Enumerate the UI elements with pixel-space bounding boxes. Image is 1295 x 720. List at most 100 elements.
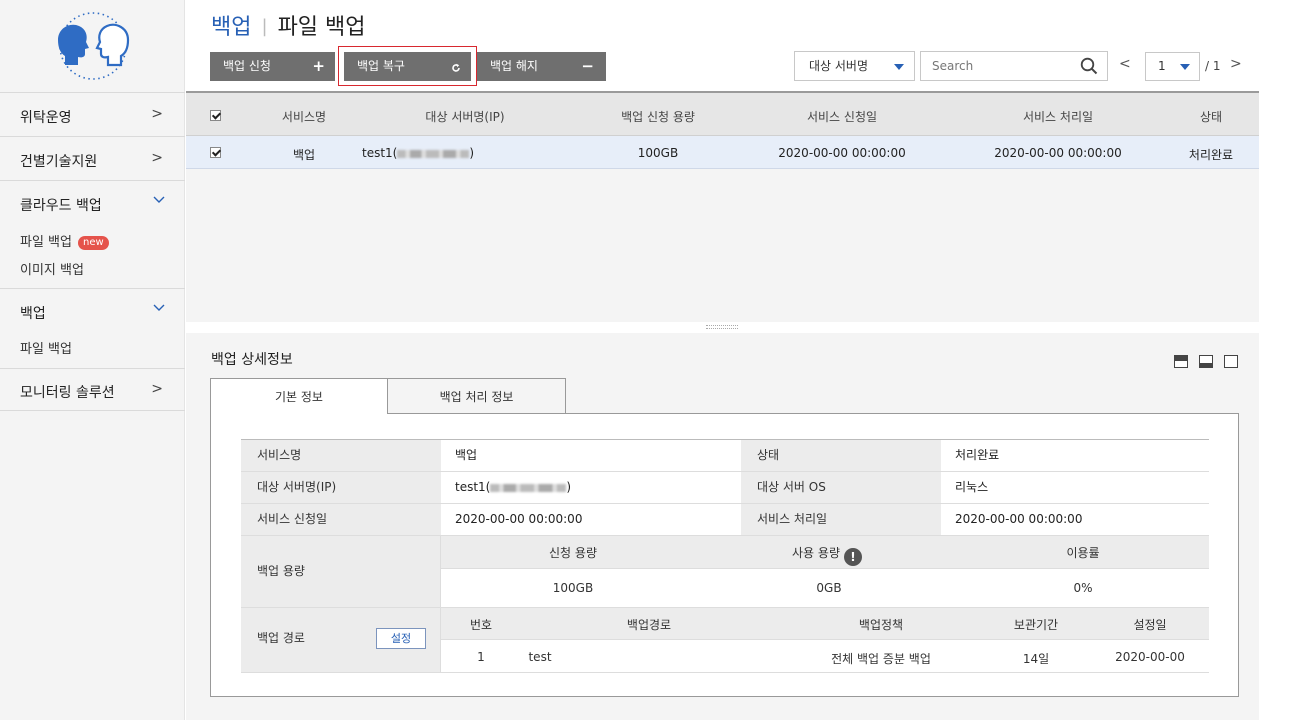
server-name: test1( [455,480,491,494]
path-header-row: 번호 백업경로 백업정책 보관기간 설정일 [441,608,1209,640]
sidebar-item-label: 건별기술지원 [20,154,98,170]
capacity-header-row: 신청 용량 사용 용량! 이용률 [441,536,1209,569]
breadcrumb-root[interactable]: 백업 [211,15,251,40]
column-header[interactable]: 상태 [1200,108,1222,125]
tab-basic-info[interactable]: 기본 정보 [210,378,388,414]
label-server: 대상 서버명(IP) [241,472,441,503]
chevron-right-icon: > [151,150,163,166]
path-policy: 전체 백업 증분 백업 [831,652,931,666]
label-service: 서비스명 [241,440,441,471]
chevron-right-icon: > [151,106,163,122]
path-date: 2020-00-00 [1115,650,1185,664]
detail-panel: 백업 상세정보 기본 정보 백업 처리 정보 서비스명 백업 상태 처리완료 대… [186,333,1259,720]
chevron-down-icon[interactable] [153,193,165,209]
sidebar-subitem-image-backup[interactable]: 이미지 백업 [20,259,84,278]
sidebar: 위탁운영 > 건별기술지원 > 클라우드 백업 파일 백업 new 이미지 백업 … [0,0,185,720]
column-header[interactable]: 서비스 처리일 [1023,108,1093,125]
redacted-ip [490,483,567,492]
server-name: test1( [362,146,398,160]
caret-down-icon [894,64,904,70]
backup-cancel-button[interactable]: 백업 해지 − [477,52,606,81]
path-header: 번호 [469,618,493,632]
value-process-date: 2020-00-00 00:00:00 [955,512,1083,526]
sidebar-item-label[interactable]: 백업 [20,303,46,323]
backup-apply-button[interactable]: 백업 신청 + [210,52,335,81]
capacity-value: 0GB [816,581,842,595]
search-input[interactable] [921,52,1071,80]
cell-service: 백업 [292,148,316,162]
value-status: 처리완료 [955,448,1000,462]
cell-apply-date: 2020-00-00 00:00:00 [778,146,906,160]
restore-panel-icon[interactable] [1199,355,1213,368]
search-icon[interactable] [1080,57,1098,78]
caret-down-icon [1180,64,1190,70]
server-select[interactable]: 대상 서버명 [794,51,915,81]
button-label: 백업 복구 [357,59,405,73]
table-row[interactable]: 1 test 전체 백업 증분 백업 14일 2020-00-00 [441,640,1209,673]
column-header[interactable]: 대상 서버명(IP) [425,108,504,125]
splitter-handle[interactable] [706,325,738,329]
info-icon[interactable]: ! [843,548,862,566]
chevron-down-icon[interactable] [153,301,165,317]
label-path: 백업 경로 [257,631,305,645]
cell-server: test1() [362,146,474,160]
capacity-header: 사용 용량 [792,546,840,560]
minimize-panel-icon[interactable] [1174,355,1188,368]
capacity-header: 신청 용량 [549,546,597,560]
value-service: 백업 [455,448,478,462]
path-row: 백업 경로 설정 번호 백업경로 백업정책 보관기간 설정일 1 test 전체… [241,608,1209,673]
column-header[interactable]: 서비스명 [282,108,326,125]
sidebar-subitem-file-backup[interactable]: 파일 백업 new [20,231,109,250]
capacity-value: 0% [1073,581,1093,595]
search-box [920,51,1108,81]
new-badge: new [77,236,109,250]
sidebar-item-tech-support[interactable]: 건별기술지원 > [0,136,185,180]
capacity-header-used: 사용 용량! [792,544,862,566]
prev-page-icon[interactable]: < [1119,56,1131,72]
value-os: 리눅스 [955,480,989,494]
sidebar-subitem-file-backup-2[interactable]: 파일 백업 [20,338,72,357]
logo [48,10,138,82]
detail-content: 서비스명 백업 상태 처리완료 대상 서버명(IP) test1() 대상 서버… [210,413,1239,697]
page-current: 1 [1158,59,1166,73]
minus-icon: − [581,57,594,75]
chevron-right-icon: > [151,381,163,397]
redacted-ip [397,149,470,158]
backup-restore-button[interactable]: 백업 복구 [344,52,471,81]
table-row[interactable]: 백업 test1() 100GB 2020-00-00 00:00:00 202… [186,136,1259,169]
column-header[interactable]: 서비스 신청일 [807,108,877,125]
sidebar-item-monitoring[interactable]: 모니터링 솔루션 > [0,368,185,411]
backup-grid: 서비스명 대상 서버명(IP) 백업 신청 용량 서비스 신청일 서비스 처리일… [186,91,1259,322]
page-title: 백업 | 파일 백업 [211,9,366,41]
sidebar-item-label[interactable]: 클라우드 백업 [20,195,102,215]
page-total: / 1 [1205,59,1221,73]
breadcrumb-current: 파일 백업 [277,15,366,40]
label-os: 대상 서버 OS [741,472,941,503]
path-retention: 14일 [1022,652,1050,666]
page-select[interactable]: 1 [1145,52,1200,81]
tab-process-info[interactable]: 백업 처리 정보 [387,378,566,414]
maximize-panel-icon[interactable] [1224,355,1238,368]
row-checkbox[interactable] [210,147,221,158]
detail-title: 백업 상세정보 [211,352,293,368]
path-value: test [528,650,552,664]
grid-header: 서비스명 대상 서버명(IP) 백업 신청 용량 서비스 신청일 서비스 처리일… [186,93,1259,136]
next-page-icon[interactable]: > [1230,56,1242,72]
path-header: 설정일 [1133,618,1167,632]
info-table: 서비스명 백업 상태 처리완료 대상 서버명(IP) test1() 대상 서버… [241,439,1209,673]
select-all-checkbox[interactable] [210,110,221,121]
cell-process-date: 2020-00-00 00:00:00 [994,146,1122,160]
button-label: 백업 해지 [490,59,538,73]
label-capacity: 백업 용량 [241,536,441,607]
sidebar-group-cloud-backup: 클라우드 백업 파일 백업 new 이미지 백업 [0,180,185,288]
info-row: 대상 서버명(IP) test1() 대상 서버 OS 리눅스 [241,472,1209,504]
column-header[interactable]: 백업 신청 용량 [621,108,695,125]
value-server: test1() [441,472,741,503]
breadcrumb-separator: | [261,16,268,37]
cell-status: 처리완료 [1188,148,1234,162]
path-settings-button[interactable]: 설정 [376,628,426,649]
info-row: 서비스 신청일 2020-00-00 00:00:00 서비스 처리일 2020… [241,504,1209,536]
path-no: 1 [477,650,485,664]
sidebar-item-wituk[interactable]: 위탁운영 > [0,92,185,136]
info-row: 서비스명 백업 상태 처리완료 [241,440,1209,472]
